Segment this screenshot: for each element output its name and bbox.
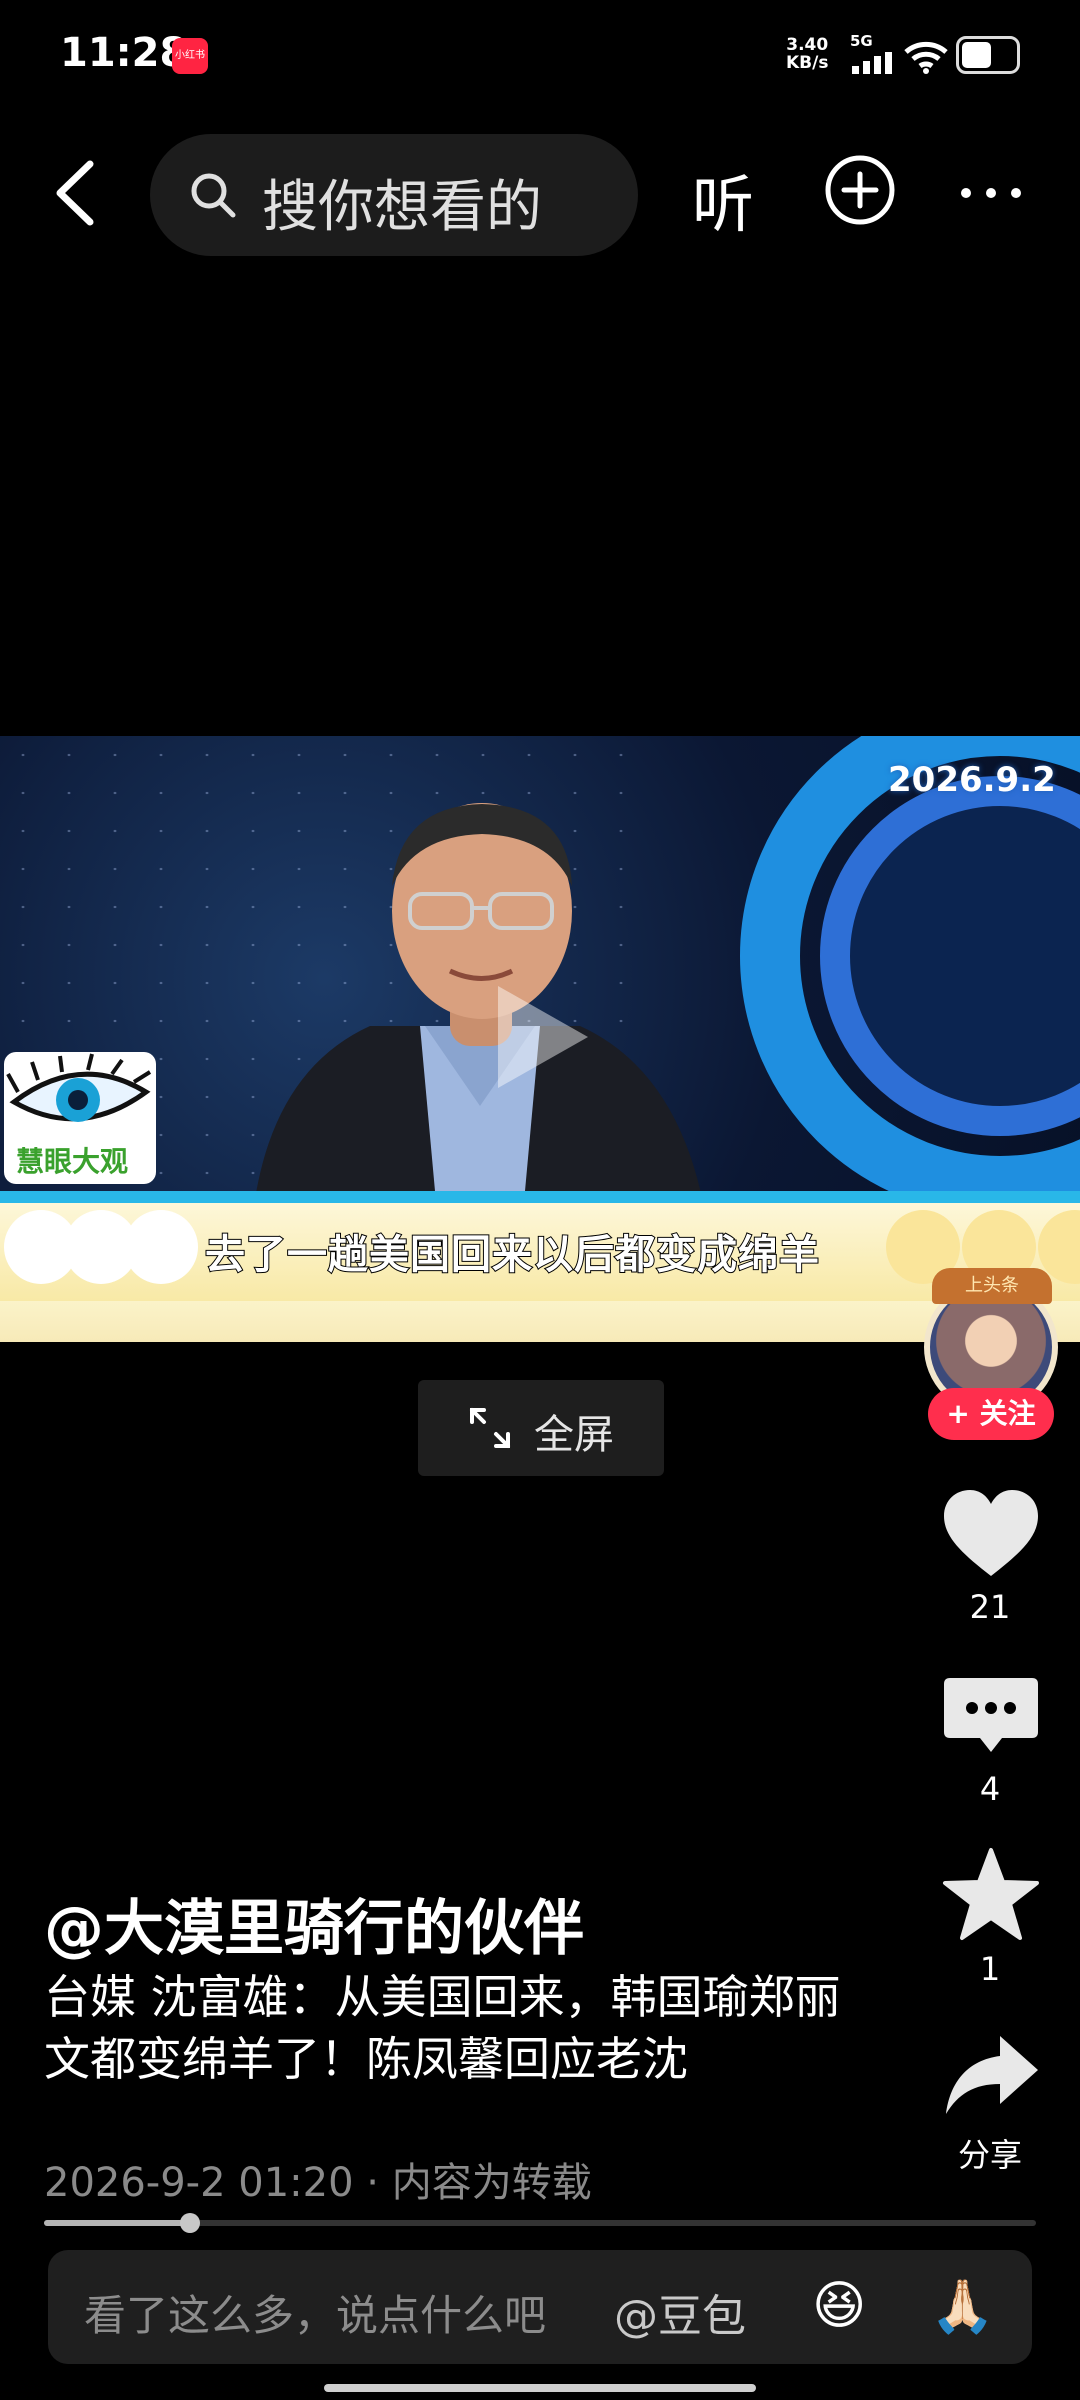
eye-icon [6, 1053, 152, 1122]
status-bar: 11:28 小红书 3.40 KB/s 5G [0, 0, 1080, 110]
comment-icon[interactable] [940, 1672, 1042, 1768]
video-player[interactable]: 2026.9.2 慧眼大观 去了一趟美国回来以后都变成绵羊 [0, 736, 1080, 1342]
heart-icon[interactable] [940, 1486, 1042, 1582]
praying-hands-emoji-icon[interactable]: 🙏🏻 [930, 2276, 995, 2337]
author-name[interactable]: @大漠里骑行的伙伴 [44, 1880, 584, 1967]
network-speed-unit: KB/s [786, 53, 829, 73]
search-icon [191, 173, 236, 218]
add-circle-icon[interactable] [824, 154, 896, 226]
star-icon[interactable] [940, 1846, 1042, 1942]
follow-button[interactable]: + 关注 [928, 1388, 1054, 1440]
comment-count: 4 [979, 1770, 1001, 1808]
banner-bottom-strip [0, 1301, 1080, 1342]
fullscreen-label: 全屏 [534, 1412, 614, 1458]
expand-icon [470, 1408, 510, 1448]
laughing-emoji-icon[interactable]: 😆 [812, 2276, 866, 2336]
battery-level [962, 42, 991, 68]
channel-logo: 慧眼大观 [4, 1052, 156, 1184]
more-options-icon[interactable] [956, 168, 1026, 218]
comment-placeholder: 看了这么多，说点什么吧 [84, 2291, 547, 2340]
play-icon[interactable] [488, 982, 598, 1092]
share-label: 分享 [957, 2136, 1022, 2174]
channel-logo-text: 慧眼大观 [16, 1145, 129, 1178]
post-description: 台媒 沈富雄：从美国回来，韩国瑜郑丽文都变绵羊了！陈凤馨回应老沈 [44, 1970, 841, 2086]
app-notification-icon: 小红书 [172, 38, 208, 74]
network-type: 5G [850, 32, 873, 50]
post-meta: 2026-9-2 01:20 · 内容为转载 [44, 2160, 592, 2206]
wifi-icon [904, 41, 948, 74]
battery-icon [956, 36, 1020, 74]
fullscreen-button[interactable]: 全屏 [418, 1380, 664, 1476]
progress-handle[interactable] [179, 2213, 200, 2233]
network-speed-value: 3.40 [786, 35, 829, 55]
share-icon[interactable] [940, 2030, 1042, 2126]
status-time: 11:28 [60, 30, 188, 76]
video-subtitle: 去了一趟美国回来以后都变成绵羊 [204, 1231, 820, 1279]
search-box[interactable]: 搜你想看的 [150, 134, 638, 256]
like-count: 21 [969, 1588, 1011, 1626]
speaker-figure [250, 803, 710, 1246]
mention-doubao-button[interactable]: @豆包 [614, 2280, 746, 2344]
signal-icon [852, 52, 892, 74]
video-progress-bar[interactable] [44, 2213, 1036, 2233]
back-arrow-icon[interactable] [50, 158, 100, 228]
search-placeholder: 搜你想看的 [262, 175, 542, 240]
avatar-badge: 上头条 [932, 1268, 1052, 1304]
favorite-count: 1 [979, 1950, 1001, 1988]
home-indicator[interactable] [324, 2384, 756, 2392]
network-speed: 3.40 KB/s [786, 36, 828, 72]
comment-input-bar[interactable]: 看了这么多，说点什么吧 @豆包 😆 🙏🏻 [48, 2250, 1032, 2364]
listen-button[interactable]: 听 [692, 154, 754, 244]
progress-fill [44, 2220, 190, 2226]
video-date-tag: 2026.9.2 [888, 760, 1056, 800]
banner-bubble [124, 1210, 198, 1284]
